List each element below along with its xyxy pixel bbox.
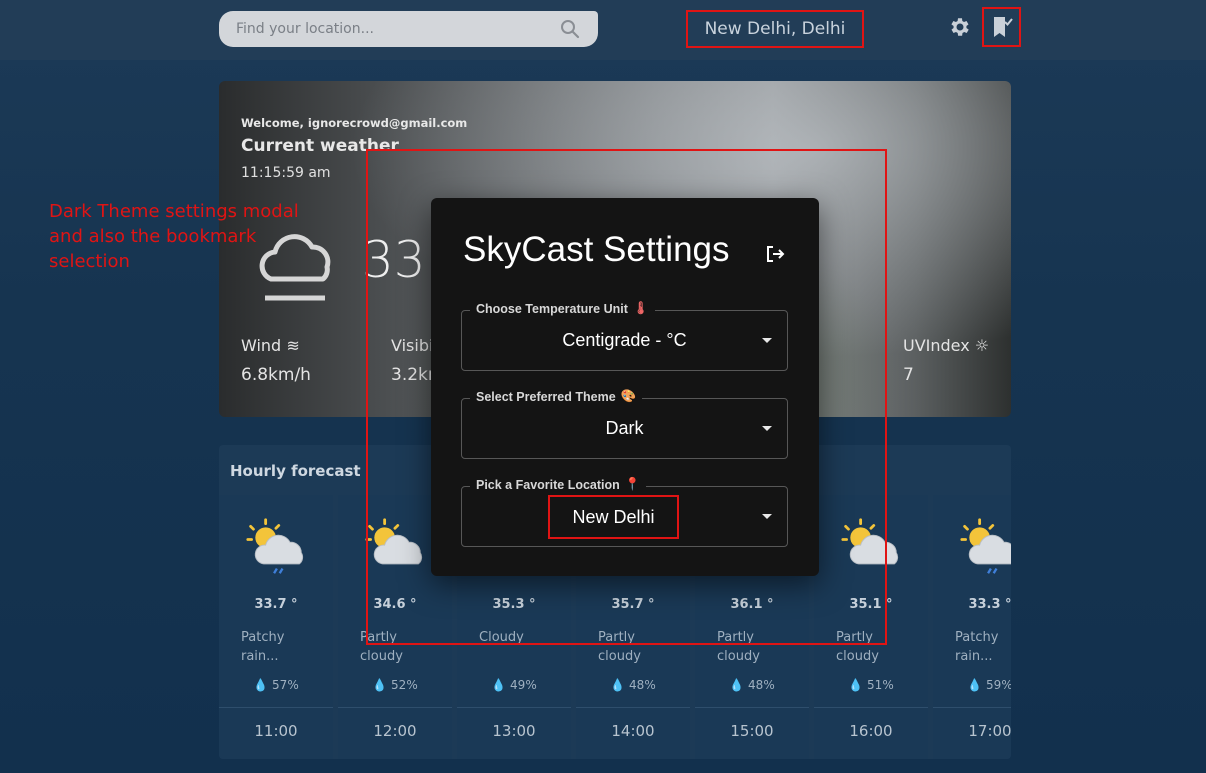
raindrop-icon: 💧 <box>372 678 388 692</box>
wind-label: Wind <box>241 336 282 355</box>
uv-stat: UVIndex ☼ 7 <box>903 336 989 385</box>
annotation-text: Dark Theme settings modal and also the b… <box>49 201 299 272</box>
hourly-condition-line2: rain... <box>241 649 279 664</box>
raindrop-icon: 💧 <box>848 678 864 692</box>
search-placeholder: Find your location... <box>236 21 374 37</box>
pin-icon: 📍 <box>624 477 641 491</box>
wind-stat: Wind ≋ 6.8km/h <box>241 336 311 385</box>
hourly-time: 17:00 <box>968 722 1011 740</box>
search-icon[interactable] <box>560 19 580 39</box>
wind-icon: ≋ <box>286 336 300 355</box>
raindrop-icon: 💧 <box>967 678 983 692</box>
top-bar: Find your location... New Delhi, Delhi <box>0 0 1206 60</box>
favorite-location-label-text: Pick a Favorite Location <box>476 477 620 492</box>
hourly-rain-value: 48% <box>748 678 775 692</box>
raindrop-icon: 💧 <box>729 678 745 692</box>
divider <box>814 707 928 708</box>
raindrop-icon: 💧 <box>491 678 507 692</box>
hourly-time: 15:00 <box>730 722 774 740</box>
hourly-rain: 💧 49% <box>457 678 571 692</box>
hourly-condition-line1: Patchy <box>241 630 285 645</box>
hourly-rain: 💧 51% <box>814 678 928 692</box>
hourly-condition: Patchy rain... <box>955 628 1011 666</box>
hourly-condition: Patchy rain... <box>241 628 321 666</box>
hourly-item: 33.7 ° Patchy rain... 💧 57% 11:00 <box>219 495 333 759</box>
hourly-time: 11:00 <box>254 722 298 740</box>
hourly-condition-line2: cloudy <box>598 649 641 664</box>
favorite-location-label: Pick a Favorite Location 📍 <box>470 477 647 492</box>
partly-cloudy-rain-icon <box>957 517 1011 577</box>
divider <box>338 707 452 708</box>
divider <box>933 707 1011 708</box>
dropdown-caret-icon <box>762 338 772 343</box>
bookmark-button[interactable] <box>982 7 1021 47</box>
divider <box>219 707 333 708</box>
current-time: 11:15:59 am <box>241 165 331 181</box>
favorite-location-value: New Delhi <box>548 495 679 539</box>
theme-select[interactable]: Select Preferred Theme 🎨 Dark <box>461 389 788 459</box>
hourly-time: 14:00 <box>611 722 655 740</box>
divider <box>695 707 809 708</box>
settings-modal: SkyCast Settings Choose Temperature Unit… <box>431 198 819 576</box>
hourly-rain-value: 49% <box>510 678 537 692</box>
partly-cloudy-rain-icon <box>243 517 307 577</box>
temperature-unit-value: Centigrade - °C <box>562 330 687 350</box>
welcome-text: Welcome, ignorecrowd@gmail.com <box>241 116 468 130</box>
hourly-rain-value: 57% <box>272 678 299 692</box>
modal-title: SkyCast Settings <box>463 230 730 269</box>
theme-value: Dark <box>605 418 644 438</box>
wind-value: 6.8km/h <box>241 365 311 385</box>
dropdown-caret-icon <box>762 514 772 519</box>
hourly-rain: 💧 48% <box>695 678 809 692</box>
divider <box>576 707 690 708</box>
temperature-unit-select[interactable]: Choose Temperature Unit 🌡 Centigrade - °… <box>461 301 788 371</box>
hourly-item: 33.3 ° Patchy rain... 💧 59% 17:00 <box>933 495 1011 759</box>
raindrop-icon: 💧 <box>253 678 269 692</box>
hourly-rain: 💧 59% <box>933 678 1011 692</box>
search-input[interactable]: Find your location... <box>219 11 598 47</box>
hourly-condition-line2: cloudy <box>360 649 403 664</box>
hourly-rain: 💧 57% <box>219 678 333 692</box>
hourly-condition-line2: cloudy <box>836 649 879 664</box>
uv-label: UVIndex <box>903 336 970 355</box>
uv-value: 7 <box>903 365 914 385</box>
raindrop-icon: 💧 <box>610 678 626 692</box>
hourly-condition-line2: rain... <box>955 649 993 664</box>
divider <box>457 707 571 708</box>
hourly-temp: 33.7 ° <box>254 597 298 612</box>
hourly-condition-line1: Patchy <box>955 630 999 645</box>
hourly-temp: 33.3 ° <box>968 597 1011 612</box>
location-title: New Delhi, Delhi <box>686 10 864 48</box>
hourly-rain-value: 59% <box>986 678 1011 692</box>
sun-icon: ☼ <box>974 336 990 355</box>
gear-icon[interactable] <box>948 15 972 39</box>
bookmark-check-icon <box>994 17 1013 37</box>
hourly-rain: 💧 52% <box>338 678 452 692</box>
hourly-rain-value: 52% <box>391 678 418 692</box>
hourly-time: 12:00 <box>373 722 417 740</box>
hourly-rain-value: 48% <box>629 678 656 692</box>
hourly-rain: 💧 48% <box>576 678 690 692</box>
hourly-time: 16:00 <box>849 722 893 740</box>
hourly-condition-line2: cloudy <box>717 649 760 664</box>
favorite-location-select[interactable]: Pick a Favorite Location 📍 New Delhi <box>461 477 788 547</box>
hourly-time: 13:00 <box>492 722 536 740</box>
hourly-title: Hourly forecast <box>230 462 361 480</box>
dropdown-caret-icon <box>762 426 772 431</box>
hourly-rain-value: 51% <box>867 678 894 692</box>
logout-icon[interactable] <box>764 243 786 265</box>
